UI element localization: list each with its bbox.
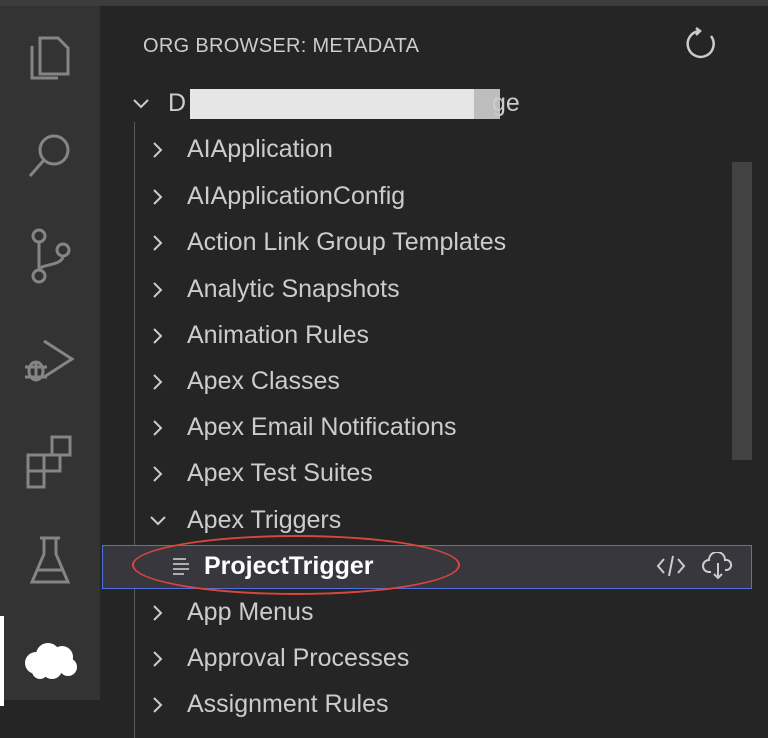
org-name-end: ge bbox=[492, 89, 520, 117]
tree-item-label: App Menus bbox=[187, 598, 314, 626]
run-debug-icon[interactable] bbox=[0, 311, 100, 411]
tree-item-label: Analytic Snapshots bbox=[187, 275, 400, 303]
tree-item-label: AIApplication bbox=[187, 135, 333, 163]
redacted-org-name bbox=[190, 89, 490, 119]
chevron-right-icon bbox=[153, 189, 163, 205]
sidebar-title: ORG BROWSER: METADATA bbox=[143, 35, 420, 57]
tree-item-label: Apex Email Notifications bbox=[187, 413, 457, 441]
refresh-icon[interactable] bbox=[684, 26, 720, 62]
tree-item[interactable]: Apex Classes bbox=[100, 359, 752, 405]
chevron-right-icon bbox=[153, 466, 163, 482]
chevron-right-icon bbox=[153, 282, 163, 298]
chevron-right-icon bbox=[153, 142, 163, 158]
tree-item[interactable]: AIApplication bbox=[100, 127, 752, 173]
tree-item[interactable]: Analytic Snapshots bbox=[100, 267, 752, 313]
tree-item-label: Animation Rules bbox=[187, 321, 370, 349]
tree-item-label: Approval Processes bbox=[187, 644, 410, 672]
tree-item[interactable]: AIApplicationConfig bbox=[100, 174, 752, 220]
selection-highlight bbox=[102, 545, 752, 589]
tree-item[interactable]: Apex Test Suites bbox=[100, 451, 752, 497]
metadata-tree: D ge AIApplication AIApplicationConfig A… bbox=[100, 81, 768, 738]
tree-item[interactable]: App Menus bbox=[100, 590, 752, 636]
search-icon[interactable] bbox=[0, 106, 100, 206]
tree-item-projecttrigger[interactable]: ProjectTrigger bbox=[100, 535, 752, 595]
chevron-down-icon bbox=[133, 99, 149, 109]
tree-item[interactable]: Animation Rules bbox=[100, 313, 752, 359]
tree-item-label: Assignment Rules bbox=[187, 690, 389, 718]
org-browser-sidebar: ORG BROWSER: METADATA D ge AIApplication… bbox=[100, 6, 768, 738]
tree-item[interactable]: Action Link Group Templates bbox=[100, 220, 752, 266]
retrieve-cloud-icon[interactable] bbox=[702, 551, 733, 580]
tree-item-apex-triggers[interactable]: Apex Triggers bbox=[100, 498, 752, 544]
tree-item[interactable]: Approval Processes bbox=[100, 636, 752, 682]
tree-item-label: ProjectTrigger bbox=[204, 552, 374, 580]
tree-item-label: Action Link Group Templates bbox=[187, 228, 507, 256]
org-name-start: D bbox=[168, 89, 187, 117]
chevron-right-icon bbox=[153, 328, 163, 344]
open-code-icon[interactable] bbox=[656, 552, 686, 580]
tree-item-org[interactable]: D ge bbox=[100, 81, 752, 127]
chevron-right-icon bbox=[153, 235, 163, 251]
chevron-right-icon bbox=[153, 374, 163, 390]
row-actions bbox=[656, 551, 733, 580]
tree-item[interactable]: Assignment Rules bbox=[100, 682, 752, 728]
testing-icon[interactable] bbox=[0, 511, 100, 611]
source-control-icon[interactable] bbox=[0, 206, 100, 306]
tree-item-label: Apex Classes bbox=[187, 367, 340, 395]
tree-item[interactable]: Apex Email Notifications bbox=[100, 405, 752, 451]
sidebar-header: ORG BROWSER: METADATA bbox=[100, 6, 768, 84]
extensions-icon[interactable] bbox=[0, 411, 100, 511]
activity-bar bbox=[0, 6, 100, 706]
chevron-right-icon bbox=[153, 651, 163, 667]
chevron-right-icon bbox=[153, 697, 163, 713]
file-lines-icon bbox=[173, 558, 189, 575]
chevron-right-icon bbox=[153, 605, 163, 621]
salesforce-cloud-icon[interactable] bbox=[0, 611, 100, 711]
explorer-icon[interactable] bbox=[0, 6, 100, 106]
chevron-down-icon bbox=[150, 516, 166, 526]
tree-item-label: Apex Test Suites bbox=[187, 459, 373, 487]
chevron-right-icon bbox=[153, 420, 163, 436]
tree-item-label: AIApplicationConfig bbox=[187, 182, 406, 210]
tree-item-label: Apex Triggers bbox=[187, 506, 342, 534]
